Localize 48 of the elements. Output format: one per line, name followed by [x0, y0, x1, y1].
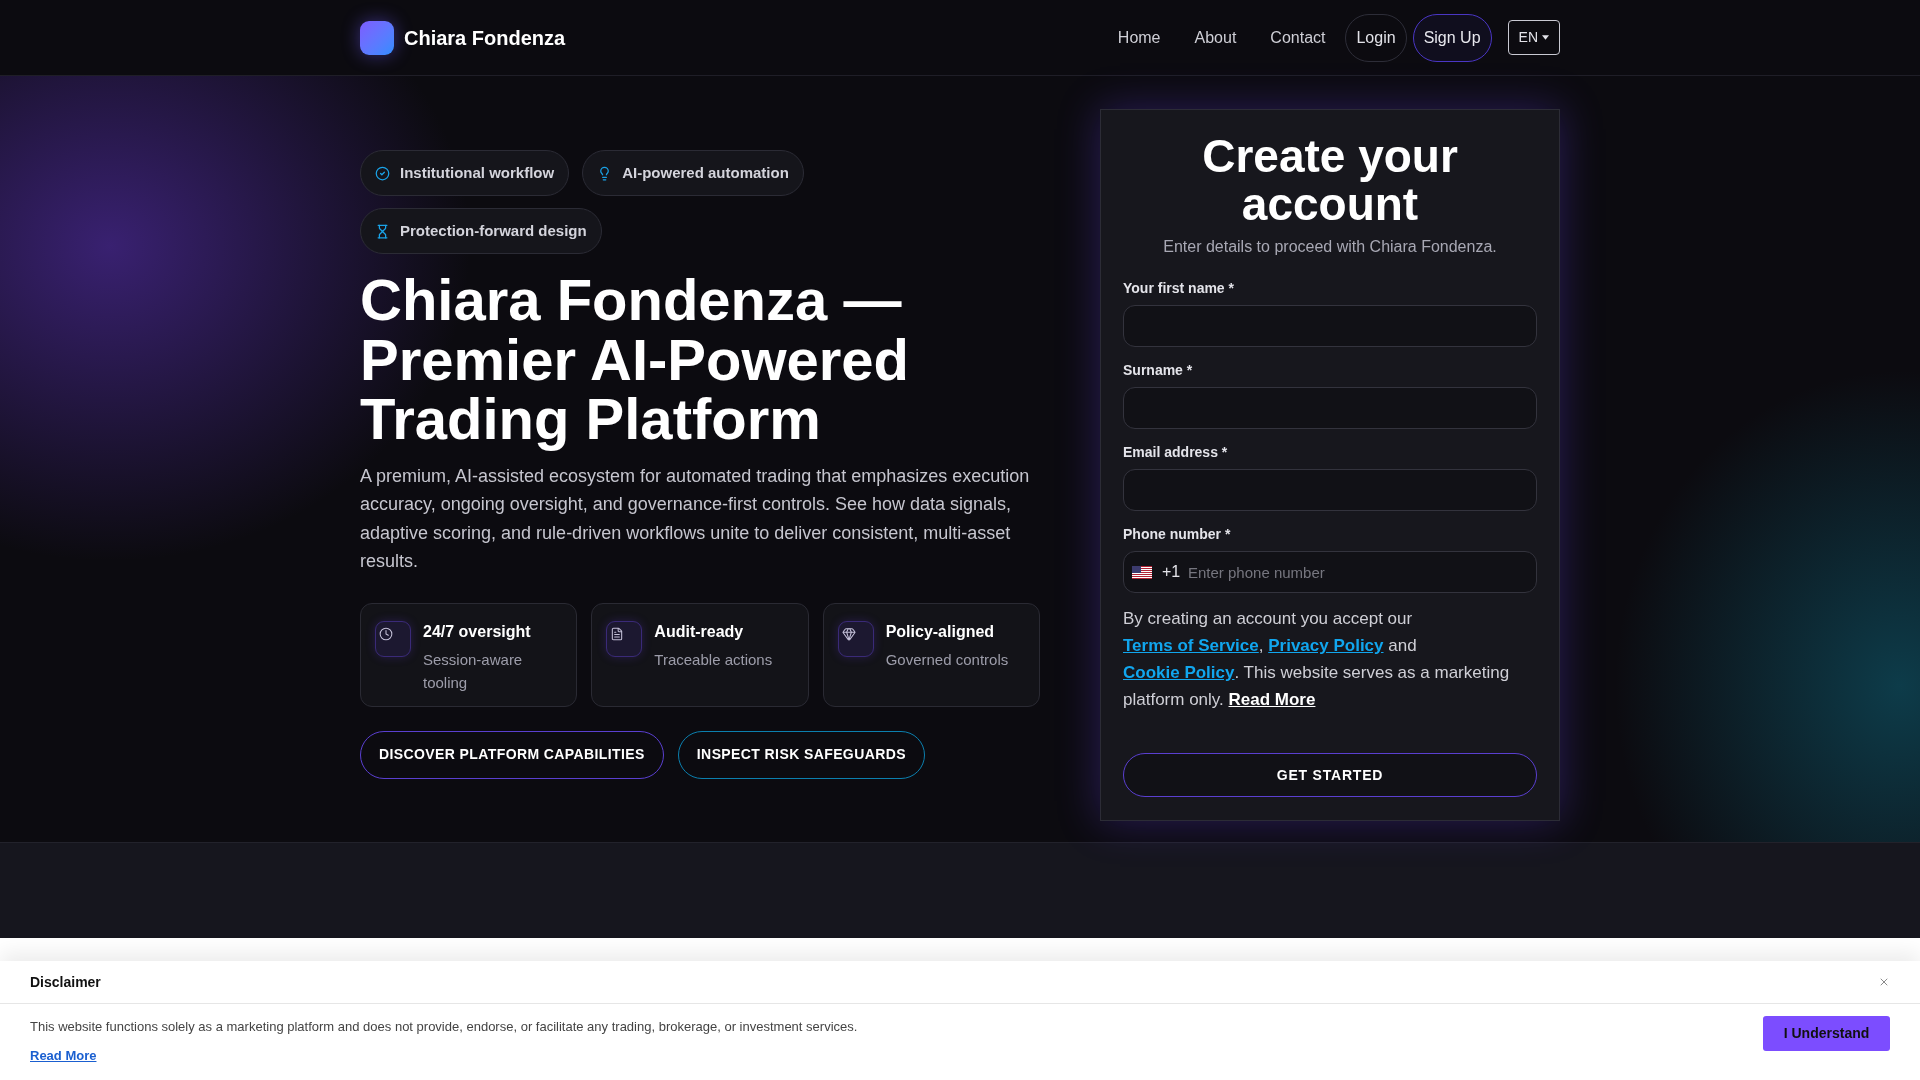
form-subtitle: Enter details to proceed with Chiara Fondenza.	[1162, 237, 1498, 257]
field-label: Email address *	[1123, 443, 1229, 462]
capabilities-button[interactable]: DISCOVER PLATFORM CAPABILITIES	[360, 730, 664, 779]
nav-link[interactable]: Home	[1103, 13, 1175, 62]
country-code-button[interactable]: +1	[1132, 561, 1181, 583]
understand-button[interactable]: I Understand	[1763, 1016, 1890, 1051]
hero-description: A premium, AI-assisted ecosystem for automated trading that emphasizes execution accuracy, ongoing oversight, and governance-first controls. See how data signals, adaptive scoring, and rule-driven workflows unite to deliver consistent, multi-asset results.	[360, 464, 1031, 573]
gem-icon	[837, 620, 874, 657]
nav-link[interactable]: About	[1180, 13, 1251, 62]
feature-subtitle: Session-aware tooling	[423, 649, 524, 693]
signup-button[interactable]: Sign Up	[1412, 13, 1492, 62]
feature-title: Audit-ready	[654, 621, 745, 642]
safeguards-button[interactable]: INSPECT RISK SAFEGUARDS	[677, 730, 925, 779]
read-more-link[interactable]: Read More	[1228, 690, 1316, 709]
input-field[interactable]	[1123, 387, 1537, 429]
language-button[interactable]: EN	[1507, 20, 1560, 55]
nav-link[interactable]: Contact	[1256, 13, 1340, 62]
feature-subtitle: Governed controls	[885, 649, 1009, 670]
close-button[interactable]	[1878, 976, 1890, 988]
form-title: Create your account	[1201, 132, 1459, 228]
disclaimer-text: This website functions solely as a marketing platform and does not provide, endorse, or facilitate any trading, brokerage, or investment services.	[30, 1018, 858, 1036]
caret-icon	[1542, 35, 1549, 40]
hero-title: Chiara Fondenza — Premier AI-Powered Trading Platform	[360, 270, 911, 449]
hourglass-icon	[375, 223, 390, 239]
policy-link[interactable]: Cookie Policy	[1123, 663, 1235, 682]
get-started-button[interactable]: GET STARTED	[1123, 753, 1537, 797]
policy-link[interactable]: Terms of Service	[1123, 636, 1259, 655]
check-circle-icon	[375, 165, 390, 181]
clock-icon	[375, 620, 411, 657]
field-label: Your first name *	[1123, 279, 1235, 298]
brand-name[interactable]: Chiara Fondenza	[404, 22, 566, 53]
field-label: Phone number *	[1123, 525, 1232, 544]
disclaimer-title: Disclaimer	[30, 972, 101, 992]
close-icon	[1878, 976, 1890, 988]
logo-icon[interactable]	[360, 20, 394, 55]
feature-title: Policy-aligned	[885, 621, 996, 642]
document-icon	[606, 620, 643, 657]
feature-badge: AI-powered automation	[582, 150, 804, 196]
input-field[interactable]	[1123, 305, 1537, 347]
feature-badge: Protection-forward design	[360, 208, 602, 254]
feature-title: 24/7 oversight	[423, 621, 532, 642]
field-label: Surname *	[1123, 361, 1194, 380]
policy-link[interactable]: Privacy Policy	[1268, 636, 1384, 655]
read-more-link[interactable]: Read More	[30, 1047, 97, 1065]
feature-subtitle: Traceable actions	[654, 649, 773, 670]
input-field[interactable]	[1123, 469, 1537, 511]
feature-badge: Institutional workflow	[360, 150, 570, 196]
consent-text: By creating an account you accept our Terms of Service, Privacy Policy and Cookie Policy. This website serves as a marketing platform only. Read More	[1123, 608, 1511, 711]
